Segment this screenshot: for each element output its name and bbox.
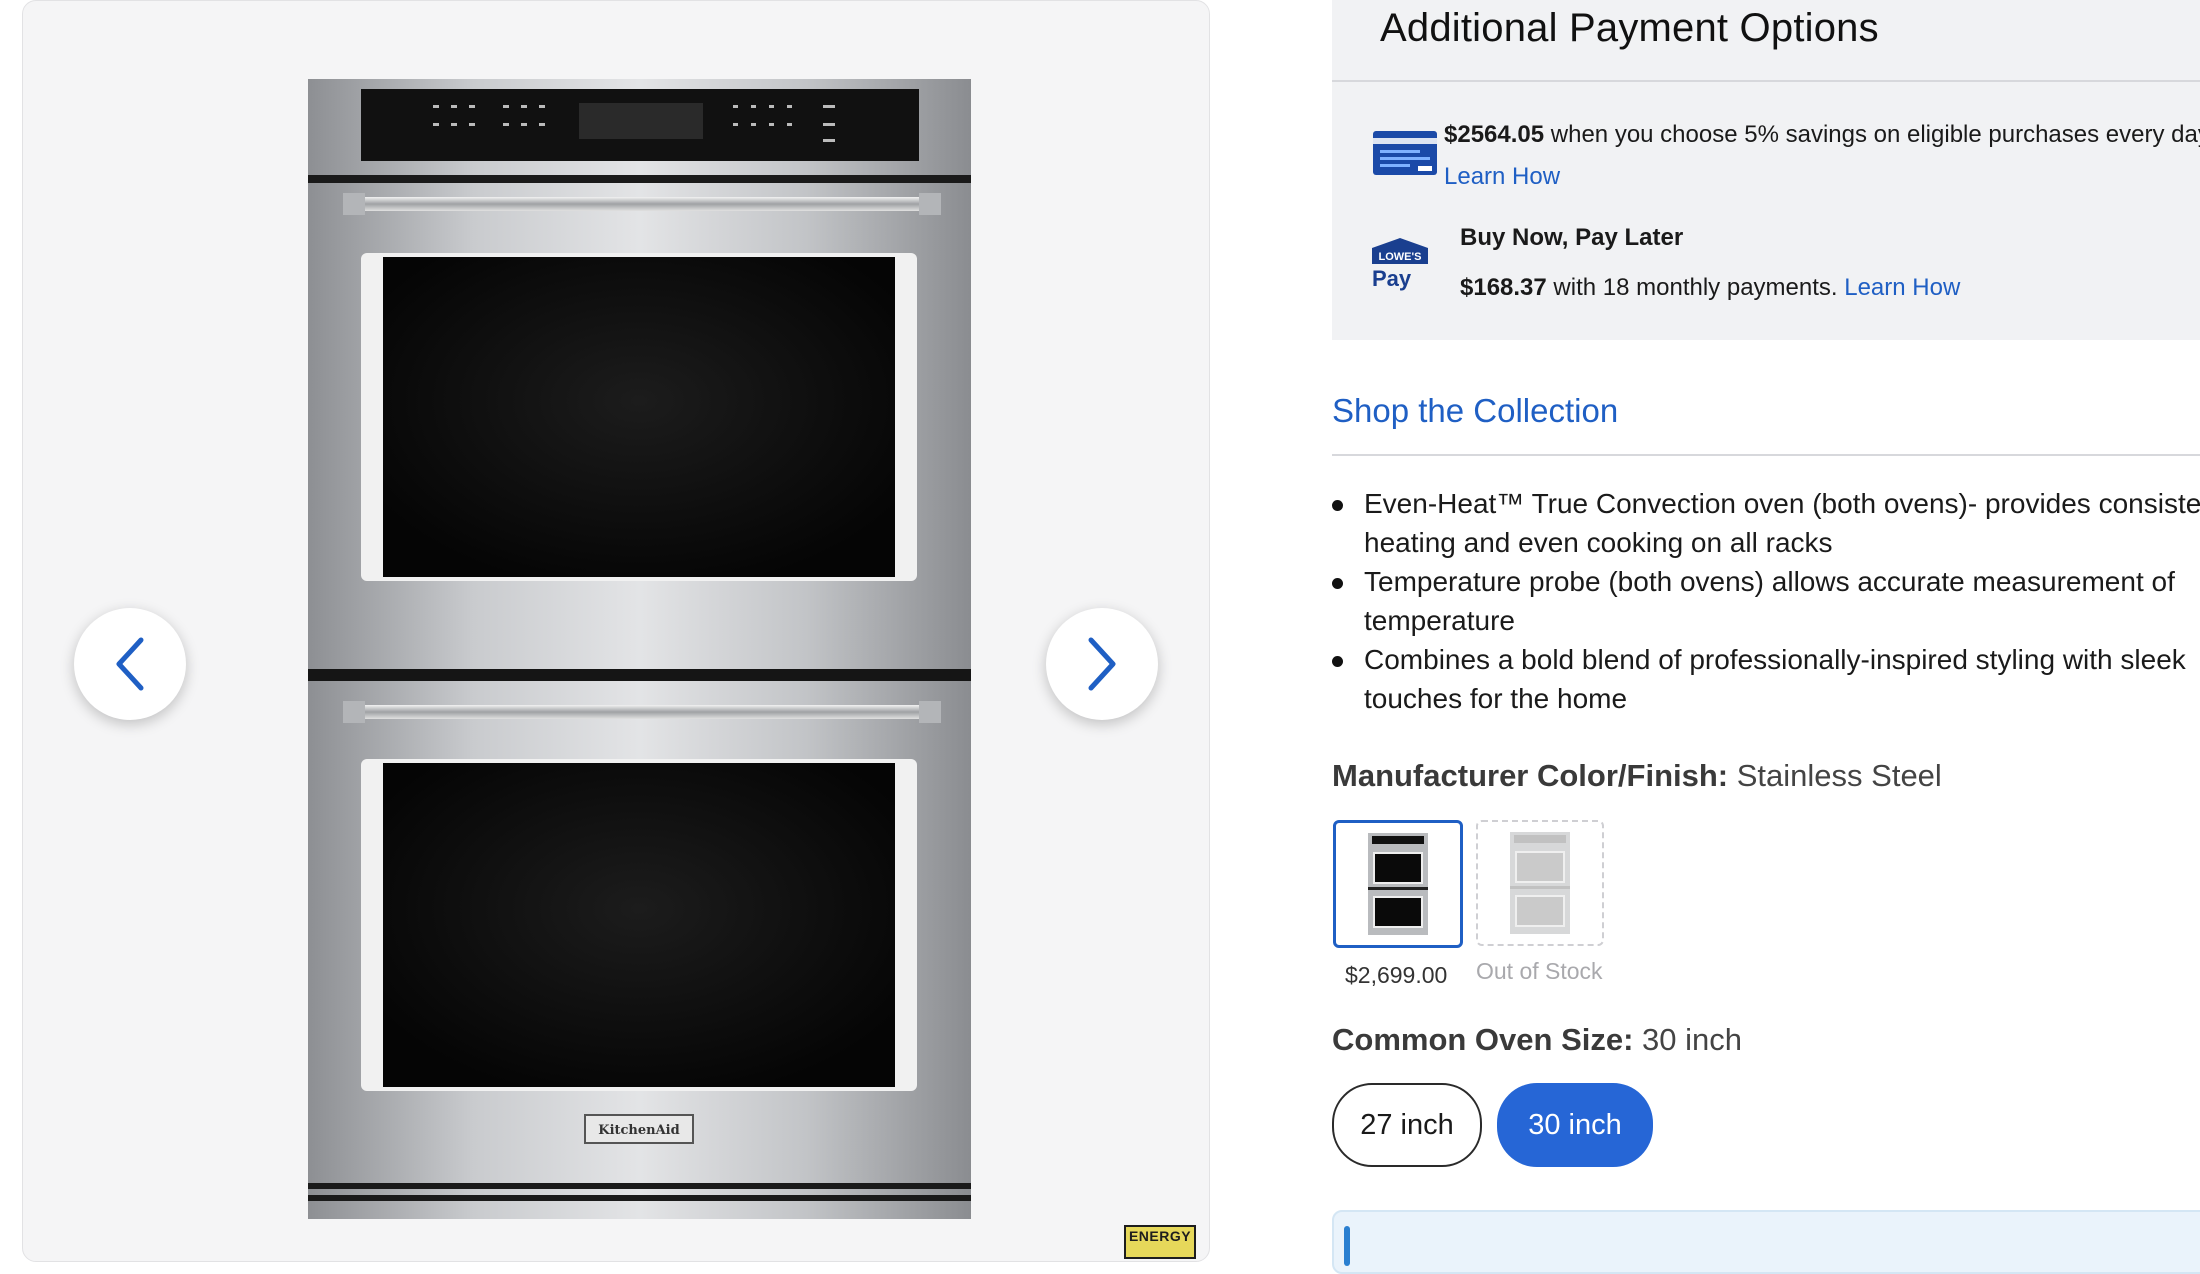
product-image[interactable]: KitchenAid bbox=[283, 75, 971, 1225]
brand-plate-text: KitchenAid bbox=[598, 1123, 679, 1138]
feature-text: Even-Heat™ True Convection oven (both ov… bbox=[1364, 488, 2200, 519]
feature-text: Temperature probe (both ovens) allows ac… bbox=[1364, 566, 2175, 597]
oven-thumbnail bbox=[1368, 833, 1428, 935]
product-image-gallery: KitchenAid ENERGY bbox=[22, 0, 1210, 1262]
oven-size-label: Common Oven Size: bbox=[1332, 1022, 1634, 1057]
divider bbox=[1332, 454, 2200, 456]
bnpl-title: Buy Now, Pay Later bbox=[1460, 224, 1684, 251]
info-card-accent bbox=[1344, 1226, 1350, 1266]
card-savings-amount: $2564.05 bbox=[1444, 121, 1545, 148]
shop-the-collection-link[interactable]: Shop the Collection bbox=[1332, 392, 1618, 430]
lowes-pay-logo-text: LOWE'S bbox=[1379, 251, 1422, 263]
color-finish-label: Manufacturer Color/Finish: bbox=[1332, 758, 1729, 793]
size-option-27-inch[interactable]: 27 inch bbox=[1332, 1083, 1482, 1167]
card-savings-offer: $2564.05 when you choose 5% savings on e… bbox=[1444, 114, 2200, 198]
swatch-out-of-stock: Out of Stock bbox=[1476, 958, 1603, 984]
size-option-30-inch[interactable]: 30 inch bbox=[1497, 1083, 1653, 1167]
feature-text: heating and even cooking on all racks bbox=[1364, 527, 1833, 558]
chevron-right-icon bbox=[1088, 637, 1116, 691]
bnpl-learn-how-link[interactable]: Learn How bbox=[1844, 274, 1960, 301]
energy-star-badge: ENERGY bbox=[1124, 1225, 1196, 1259]
credit-card-icon bbox=[1373, 131, 1437, 175]
info-card bbox=[1332, 1210, 2200, 1274]
card-savings-text: when you choose 5% savings on eligible p… bbox=[1544, 121, 2200, 148]
feature-list: Even-Heat™ True Convection oven (both ov… bbox=[1332, 484, 2200, 718]
divider bbox=[1332, 80, 2200, 82]
color-finish-value: Stainless Steel bbox=[1728, 758, 1942, 793]
oven-size-value: 30 inch bbox=[1633, 1022, 1743, 1057]
color-finish-heading: Manufacturer Color/Finish: Stainless Ste… bbox=[1332, 758, 1942, 794]
next-image-button[interactable] bbox=[1046, 608, 1158, 720]
feature-text: touches for the home bbox=[1364, 683, 1628, 714]
bnpl-text: with 18 monthly payments. bbox=[1546, 274, 1845, 301]
color-swatch-unavailable[interactable] bbox=[1476, 820, 1604, 946]
feature-text: Combines a bold blend of professionally-… bbox=[1364, 644, 2186, 675]
bnpl-offer: $168.37 with 18 monthly payments. Learn … bbox=[1460, 274, 1960, 302]
color-swatch-stainless-steel[interactable] bbox=[1333, 820, 1463, 948]
payment-options-title: Additional Payment Options bbox=[1380, 6, 1879, 50]
bnpl-amount: $168.37 bbox=[1460, 274, 1547, 301]
oven-thumbnail bbox=[1510, 832, 1570, 934]
feature-text: temperature bbox=[1364, 605, 1515, 636]
feature-item: Temperature probe (both ovens) allows ac… bbox=[1332, 562, 2200, 640]
lowes-pay-logo-pay: Pay bbox=[1372, 266, 1412, 291]
feature-item: Combines a bold blend of professionally-… bbox=[1332, 640, 2200, 718]
card-learn-how-link[interactable]: Learn How bbox=[1444, 163, 1560, 190]
oven-size-heading: Common Oven Size: 30 inch bbox=[1332, 1022, 1742, 1058]
lowes-pay-logo: LOWE'S Pay bbox=[1372, 238, 1428, 291]
payment-options-panel: Additional Payment Options $2564.05 when… bbox=[1332, 0, 2200, 340]
previous-image-button[interactable] bbox=[74, 608, 186, 720]
swatch-price: $2,699.00 bbox=[1345, 962, 1448, 988]
feature-item: Even-Heat™ True Convection oven (both ov… bbox=[1332, 484, 2200, 562]
chevron-left-icon bbox=[116, 637, 144, 691]
